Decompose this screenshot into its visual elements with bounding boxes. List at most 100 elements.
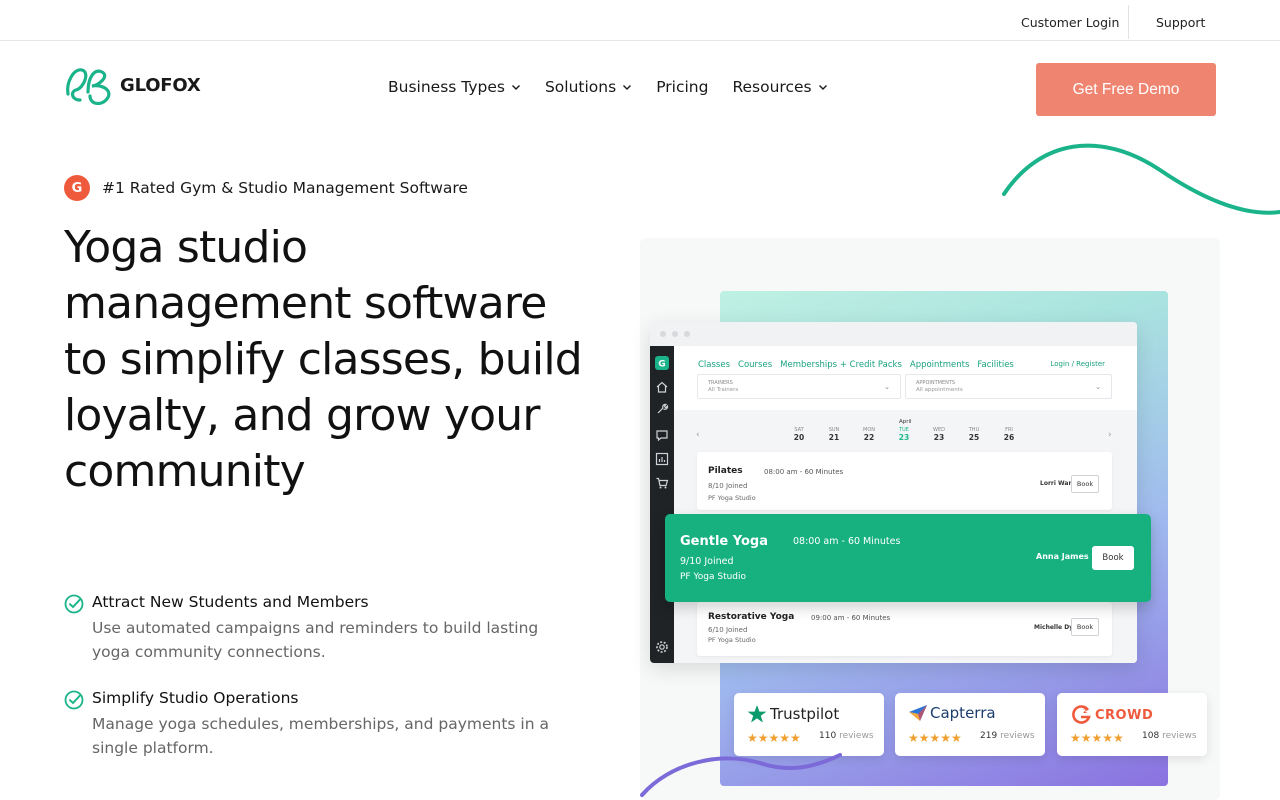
review-count: 108 reviews bbox=[1142, 731, 1197, 741]
class-time: 09:00 am - 60 Minutes bbox=[811, 614, 891, 622]
filter-label: APPOINTMENTS bbox=[916, 380, 956, 386]
chevron-down-icon: ⌄ bbox=[1095, 383, 1101, 391]
feature-title: Simplify Studio Operations bbox=[92, 689, 299, 707]
day-date: 21 bbox=[828, 433, 840, 442]
filter-label: TRAINERS bbox=[708, 380, 733, 386]
class-card: Restorative Yoga 09:00 am - 60 Minutes 6… bbox=[697, 602, 1112, 656]
class-name: Restorative Yoga bbox=[708, 612, 795, 622]
app-preview-window: G Classes Courses Memberships + Credit P… bbox=[650, 322, 1137, 663]
home-icon bbox=[656, 381, 668, 393]
review-label: reviews bbox=[1162, 731, 1197, 741]
class-trainer: Michelle Dy bbox=[1034, 624, 1074, 631]
app-tab-memberships[interactable]: Memberships + Credit Packs bbox=[780, 360, 902, 370]
app-tab-classes[interactable]: Classes bbox=[698, 360, 730, 370]
feature-description: Use automated campaigns and reminders to… bbox=[92, 619, 539, 661]
app-tabs: Classes Courses Memberships + Credit Pac… bbox=[698, 360, 1022, 370]
utility-divider bbox=[1128, 5, 1129, 39]
hero-title: Yoga studio management software to simpl… bbox=[64, 222, 583, 497]
class-joined: 9/10 Joined bbox=[680, 556, 734, 567]
gear-icon bbox=[656, 641, 668, 653]
chevron-down-icon: ⌄ bbox=[884, 383, 890, 391]
review-number: 219 bbox=[980, 731, 998, 741]
nav-label: Solutions bbox=[544, 78, 617, 96]
review-count: 110 reviews bbox=[819, 731, 874, 741]
cart-icon bbox=[656, 477, 669, 489]
decorative-wave bbox=[640, 753, 842, 797]
class-studio: PF Yoga Studio bbox=[680, 572, 747, 582]
trainer-filter[interactable]: TRAINERS All Trainers ⌄ bbox=[697, 374, 901, 399]
review-brand: CROWD bbox=[1095, 707, 1154, 723]
app-login-link[interactable]: Login / Register bbox=[1050, 360, 1105, 368]
book-button[interactable]: Book bbox=[1071, 618, 1099, 636]
nav-solutions[interactable]: Solutions bbox=[545, 78, 632, 96]
customer-login-link[interactable]: Customer Login bbox=[1021, 15, 1119, 30]
day-date: 22 bbox=[863, 433, 875, 442]
g2-crowd-review-card: 2 CROWD ★★★★★ 108 reviews bbox=[1057, 693, 1207, 756]
check-circle-icon bbox=[64, 690, 84, 710]
calendar-day[interactable]: SAT 20 bbox=[784, 427, 814, 442]
calendar-month: April bbox=[899, 419, 912, 425]
g2-logo-icon: G bbox=[64, 175, 90, 201]
day-date: 25 bbox=[968, 433, 980, 442]
feature-title: Attract New Students and Members bbox=[92, 593, 369, 611]
nav-pricing[interactable]: Pricing bbox=[656, 78, 708, 96]
day-date: 23 bbox=[933, 433, 945, 442]
prev-week-icon[interactable]: ‹ bbox=[696, 430, 700, 440]
g2-crowd-logo: 2 CROWD bbox=[1070, 704, 1153, 726]
filter-value: All appointments bbox=[916, 387, 963, 393]
calendar-day[interactable]: SUN 21 bbox=[819, 427, 849, 442]
trustpilot-logo: Trustpilot bbox=[747, 704, 839, 724]
class-trainer: Lorri Warf bbox=[1040, 480, 1075, 487]
book-button[interactable]: Book bbox=[1092, 546, 1134, 570]
appointment-filter[interactable]: APPOINTMENTS All appointments ⌄ bbox=[905, 374, 1112, 399]
nav-label: Business Types bbox=[388, 78, 505, 96]
chat-icon bbox=[656, 430, 668, 442]
capterra-review-card: Capterra ★★★★★ 219 reviews bbox=[895, 693, 1045, 756]
support-link[interactable]: Support bbox=[1156, 15, 1205, 30]
rating-badge: G #1 Rated Gym & Studio Management Softw… bbox=[64, 175, 468, 201]
badge-text: #1 Rated Gym & Studio Management Softwar… bbox=[102, 179, 468, 197]
decorative-wave bbox=[1002, 143, 1280, 215]
review-label: reviews bbox=[839, 731, 874, 741]
capterra-logo: Capterra bbox=[908, 704, 996, 722]
review-brand: Capterra bbox=[930, 704, 996, 722]
get-free-demo-button[interactable]: Get Free Demo bbox=[1036, 63, 1216, 116]
class-time: 08:00 am - 60 Minutes bbox=[764, 468, 844, 476]
day-date: 26 bbox=[1003, 433, 1015, 442]
window-dot bbox=[672, 331, 678, 337]
calendar-day[interactable]: THU 25 bbox=[959, 427, 989, 442]
class-name: Gentle Yoga bbox=[680, 534, 768, 549]
class-joined: 8/10 Joined bbox=[708, 482, 748, 490]
glofox-mark-icon bbox=[66, 68, 111, 106]
nav-business-types[interactable]: Business Types bbox=[388, 78, 521, 96]
svg-text:G: G bbox=[658, 360, 665, 370]
review-number: 108 bbox=[1142, 731, 1160, 741]
app-tab-facilities[interactable]: Facilities bbox=[977, 360, 1013, 370]
app-logo-icon: G bbox=[655, 356, 669, 370]
trustpilot-star-icon bbox=[747, 705, 767, 723]
calendar-day[interactable]: TUE 23 bbox=[889, 427, 919, 442]
nav-resources[interactable]: Resources bbox=[732, 78, 827, 96]
class-name: Pilates bbox=[708, 466, 743, 476]
calendar-day[interactable]: MON 22 bbox=[854, 427, 884, 442]
day-date: 20 bbox=[793, 433, 805, 442]
app-sidebar: G bbox=[650, 346, 674, 663]
chevron-down-icon bbox=[623, 85, 632, 90]
calendar-day[interactable]: WED 23 bbox=[924, 427, 954, 442]
brand-name: GLOFOX bbox=[120, 74, 201, 96]
feature-description: Manage yoga schedules, memberships, and … bbox=[92, 715, 549, 757]
nav-label: Resources bbox=[732, 78, 812, 96]
feature-item: Attract New Students and Members Use aut… bbox=[64, 592, 584, 664]
app-tab-courses[interactable]: Courses bbox=[738, 360, 772, 370]
glofox-logo[interactable]: GLOFOX bbox=[64, 64, 201, 106]
review-brand: Trustpilot bbox=[770, 705, 840, 723]
check-circle-icon bbox=[64, 594, 84, 614]
g2-crowd-icon: 2 bbox=[1072, 705, 1091, 724]
calendar-day[interactable]: FRI 26 bbox=[994, 427, 1024, 442]
app-tab-appointments[interactable]: Appointments bbox=[910, 360, 970, 370]
next-week-icon[interactable]: › bbox=[1108, 430, 1112, 440]
book-button[interactable]: Book bbox=[1071, 475, 1099, 493]
capterra-arrow-icon bbox=[909, 705, 927, 721]
window-dot bbox=[684, 331, 690, 337]
window-titlebar bbox=[650, 322, 1137, 346]
